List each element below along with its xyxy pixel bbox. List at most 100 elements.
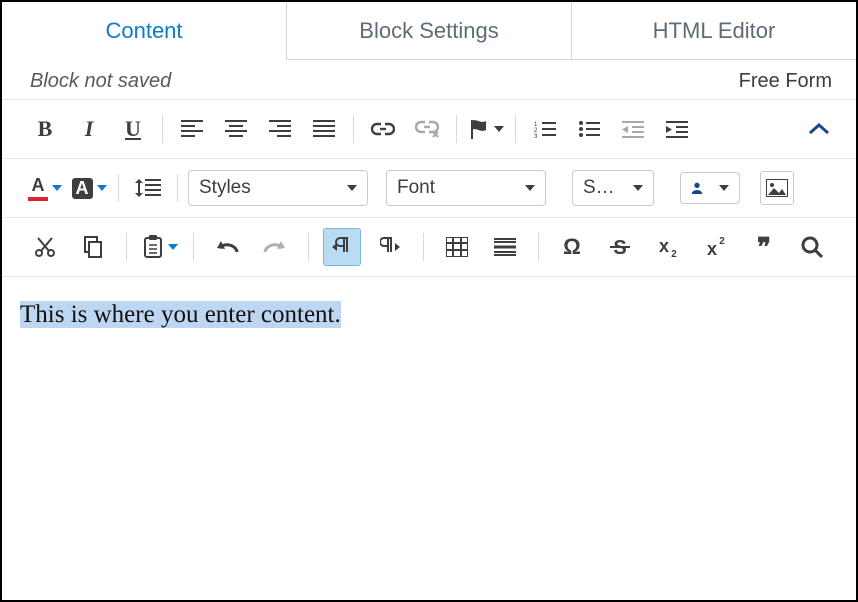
chevron-up-icon: [808, 122, 830, 136]
tabs: Content Block Settings HTML Editor: [2, 2, 856, 60]
align-right-icon: [269, 120, 291, 138]
svg-text:2: 2: [671, 249, 677, 258]
caret-down-icon: [97, 185, 107, 191]
content-area[interactable]: This is where you enter content.: [2, 276, 856, 353]
hr-icon: [494, 237, 516, 257]
bold-button[interactable]: B: [26, 110, 64, 148]
select-label: Styles: [199, 177, 251, 199]
special-char-button[interactable]: Ω: [553, 228, 591, 266]
save-status: Block not saved: [30, 70, 171, 93]
svg-text:x: x: [707, 239, 717, 258]
caret-down-icon: [347, 185, 357, 191]
separator: [538, 233, 539, 261]
search-icon: [801, 236, 823, 258]
underline-button[interactable]: U: [114, 110, 152, 148]
indent-icon: [666, 120, 688, 138]
strikethrough-icon: S: [609, 236, 631, 258]
select-label: S…: [583, 177, 615, 199]
font-select[interactable]: Font: [386, 170, 546, 206]
outdent-button[interactable]: [614, 110, 652, 148]
align-center-button[interactable]: [217, 110, 255, 148]
indent-button[interactable]: [658, 110, 696, 148]
undo-icon: [215, 238, 239, 256]
link-icon: [371, 122, 395, 136]
separator: [308, 233, 309, 261]
align-left-button[interactable]: [173, 110, 211, 148]
line-height-button[interactable]: [129, 169, 167, 207]
editor-frame: Content Block Settings HTML Editor Block…: [0, 0, 858, 602]
unordered-list-icon: [578, 120, 600, 138]
superscript-icon: x2: [705, 236, 727, 258]
align-center-icon: [225, 120, 247, 138]
image-button[interactable]: [760, 171, 794, 205]
table-icon: [446, 237, 468, 257]
styles-select[interactable]: Styles: [188, 170, 368, 206]
select-label: Font: [397, 177, 435, 199]
separator: [162, 115, 163, 143]
separator: [193, 233, 194, 261]
tab-block-settings[interactable]: Block Settings: [287, 2, 572, 60]
separator: [515, 115, 516, 143]
paste-button[interactable]: [141, 228, 179, 266]
caret-down-icon: [494, 126, 504, 132]
line-height-icon: [135, 177, 161, 199]
blockquote-button[interactable]: ❞: [745, 228, 783, 266]
svg-text:x: x: [659, 236, 669, 256]
align-left-icon: [181, 120, 203, 138]
bg-color-button[interactable]: A: [70, 169, 108, 207]
redo-button[interactable]: [256, 228, 294, 266]
rtl-button[interactable]: [371, 228, 409, 266]
undo-button[interactable]: [208, 228, 246, 266]
separator: [423, 233, 424, 261]
tab-content[interactable]: Content: [2, 2, 287, 60]
image-icon: [766, 179, 788, 197]
horizontal-rule-button[interactable]: [486, 228, 524, 266]
table-button[interactable]: [438, 228, 476, 266]
flag-icon: [468, 118, 490, 140]
size-select[interactable]: S…: [572, 170, 654, 206]
copy-icon: [82, 236, 104, 258]
unlink-button[interactable]: [408, 110, 446, 148]
scissors-icon: [34, 236, 56, 258]
ltr-icon: [332, 236, 352, 258]
separator: [353, 115, 354, 143]
ltr-button[interactable]: [323, 228, 361, 266]
copy-button[interactable]: [74, 228, 112, 266]
status-row: Block not saved Free Form: [2, 60, 856, 99]
align-justify-button[interactable]: [305, 110, 343, 148]
ordered-list-button[interactable]: 123: [526, 110, 564, 148]
ordered-list-icon: 123: [534, 120, 556, 138]
rtl-icon: [380, 236, 400, 258]
caret-down-icon: [52, 185, 62, 191]
separator: [118, 174, 119, 202]
italic-button[interactable]: I: [70, 110, 108, 148]
toolbar-row-3: Ω S x2 x2 ❞: [2, 217, 856, 276]
caret-down-icon: [525, 185, 535, 191]
tab-html-editor[interactable]: HTML Editor: [572, 2, 856, 60]
redo-icon: [263, 238, 287, 256]
superscript-button[interactable]: x2: [697, 228, 735, 266]
anchor-button[interactable]: [467, 110, 505, 148]
align-right-button[interactable]: [261, 110, 299, 148]
caret-down-icon: [719, 185, 729, 191]
separator: [126, 233, 127, 261]
font-color-button[interactable]: A: [26, 169, 64, 207]
subscript-button[interactable]: x2: [649, 228, 687, 266]
paste-icon: [142, 235, 164, 259]
subscript-icon: x2: [657, 236, 679, 258]
editor-body-text[interactable]: This is where you enter content.: [20, 301, 341, 328]
cut-button[interactable]: [26, 228, 64, 266]
align-justify-icon: [313, 120, 335, 138]
separator: [177, 174, 178, 202]
personalization-button[interactable]: [680, 172, 740, 204]
unordered-list-button[interactable]: [570, 110, 608, 148]
link-button[interactable]: [364, 110, 402, 148]
separator: [456, 115, 457, 143]
caret-down-icon: [633, 185, 643, 191]
collapse-toolbar-button[interactable]: [800, 110, 838, 148]
svg-text:3: 3: [534, 134, 538, 138]
caret-down-icon: [168, 244, 178, 250]
strikethrough-button[interactable]: S: [601, 228, 639, 266]
find-button[interactable]: [793, 228, 831, 266]
toolbar-row-1: B I U: [2, 100, 856, 158]
